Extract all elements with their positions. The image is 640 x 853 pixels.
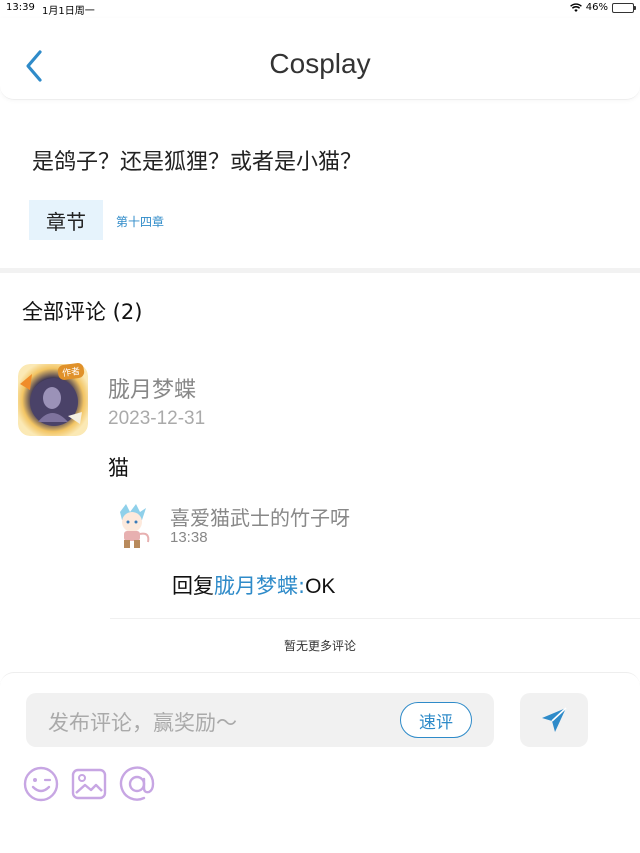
reply-content: OK [305, 575, 336, 598]
reply-prefix: 回复 [172, 574, 214, 598]
post-title: 是鸽子？还是狐狸？或者是小猫？ [32, 150, 363, 175]
chapter-tag: 章节 [29, 200, 103, 240]
nav-bar: Cosplay [0, 18, 640, 100]
section-divider [0, 268, 640, 273]
comment-username[interactable]: 胧月梦蝶 [108, 372, 196, 404]
comments-heading: 全部评论 (2) [22, 300, 143, 324]
status-date: 1月1日周一 [42, 6, 95, 17]
reply-username[interactable]: 喜爱猫武士的竹子呀 [170, 502, 350, 531]
composer-toolbar [22, 765, 156, 803]
no-more-comments: 暂无更多评论 [283, 639, 356, 653]
image-icon [71, 768, 107, 800]
reply-text: 回复胧月梦蝶:OK [172, 570, 335, 600]
comment-divider [110, 618, 640, 619]
send-icon [542, 707, 567, 732]
battery-icon [612, 2, 636, 13]
chapter-link[interactable]: 第十四章 [116, 213, 164, 230]
quick-comment-button[interactable]: 速评 [400, 702, 472, 738]
reply-mention[interactable]: 胧月梦蝶: [214, 574, 305, 598]
comment-input-placeholder: 发布评论，赢奖励～ [48, 711, 237, 735]
image-button[interactable] [70, 765, 108, 803]
battery-percent: 46% [585, 2, 608, 13]
send-button[interactable] [520, 693, 588, 747]
reply-avatar-image [110, 502, 154, 550]
comment-text: 猫 [108, 456, 129, 480]
emoji-icon [23, 766, 59, 802]
status-bar: 13:39 1月1日周一 46% [0, 0, 640, 18]
comment-composer: 发布评论，赢奖励～ 速评 [0, 672, 640, 853]
mention-button[interactable] [118, 765, 156, 803]
status-right: 46% [569, 2, 636, 13]
status-time: 13:39 [6, 2, 35, 13]
wifi-icon [569, 2, 582, 12]
at-icon [119, 766, 155, 801]
emoji-button[interactable] [22, 765, 60, 803]
page-title: Cosplay [269, 48, 371, 79]
comment-date: 2023-12-31 [108, 408, 206, 429]
reply-avatar[interactable] [110, 502, 154, 550]
comment-input[interactable]: 发布评论，赢奖励～ 速评 [26, 693, 494, 747]
reply-time: 13:38 [170, 529, 208, 546]
